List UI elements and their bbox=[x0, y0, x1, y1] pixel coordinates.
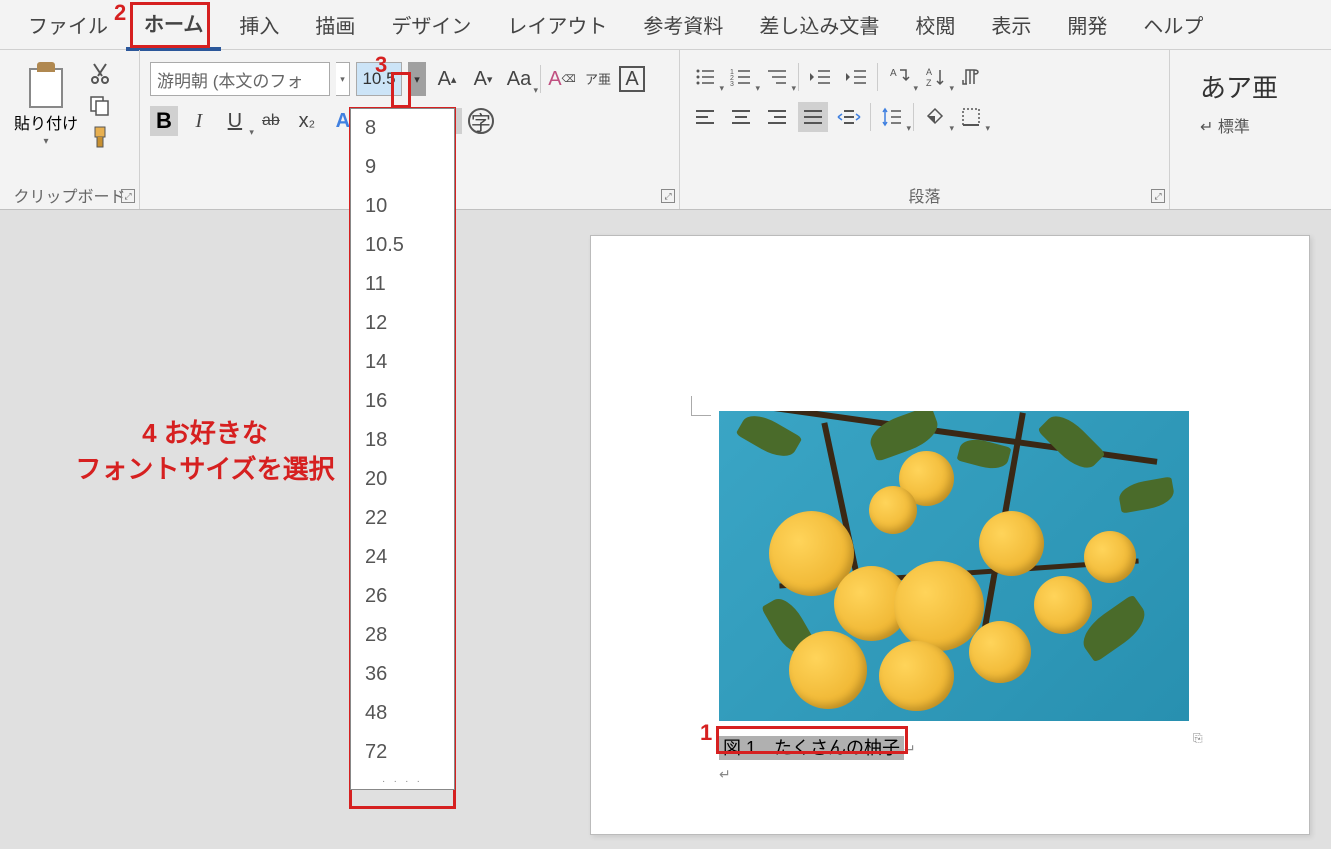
inserted-image[interactable] bbox=[719, 411, 1189, 721]
annotation-num-2: 2 bbox=[114, 0, 126, 26]
menu-view[interactable]: 表示 bbox=[973, 0, 1049, 49]
menu-insert[interactable]: 挿入 bbox=[221, 0, 297, 49]
show-marks-button[interactable] bbox=[956, 62, 986, 92]
newline-mark-icon: ↵ bbox=[904, 741, 916, 757]
font-name-combo[interactable]: 游明朝 (本文のフォ bbox=[150, 62, 330, 96]
annotation-text-4: 4 お好きな フォントサイズを選択 bbox=[60, 415, 350, 488]
style-normal[interactable]: あア亜 ↵ 標準 bbox=[1180, 58, 1321, 147]
borders-button[interactable] bbox=[956, 102, 986, 132]
menu-references[interactable]: 参考資料 bbox=[625, 0, 741, 49]
size-option[interactable]: 22 bbox=[351, 499, 454, 538]
sort-button[interactable]: AZ bbox=[920, 62, 950, 92]
menu-bar: ファイル ホーム 挿入 描画 デザイン レイアウト 参考資料 差し込み文書 校閲… bbox=[0, 0, 1331, 50]
style-name-label: ↵ 標準 bbox=[1200, 113, 1301, 137]
anchor-icon: ⎘ bbox=[1193, 731, 1203, 746]
newline-mark-icon: ↵ bbox=[719, 766, 731, 783]
clipboard-group-label: クリップボード bbox=[10, 179, 129, 207]
font-name-drop-icon[interactable]: ▾ bbox=[336, 62, 350, 96]
menu-review[interactable]: 校閲 bbox=[897, 0, 973, 49]
bold-button[interactable]: B bbox=[150, 106, 178, 136]
cut-button[interactable] bbox=[88, 62, 112, 86]
size-option[interactable]: 12 bbox=[351, 304, 454, 343]
shading-button[interactable] bbox=[920, 102, 950, 132]
size-option[interactable]: 8 bbox=[351, 109, 454, 148]
sub-super-button[interactable]: x₂ bbox=[292, 106, 322, 136]
dropdown-resize-icon[interactable]: . . . . bbox=[351, 772, 454, 789]
svg-text:Z: Z bbox=[926, 78, 932, 88]
clipboard-launcher[interactable]: ⤢ bbox=[121, 189, 135, 203]
size-option[interactable]: 72 bbox=[351, 733, 454, 772]
paste-button[interactable]: 貼り付け ▾ bbox=[10, 58, 82, 151]
align-right-button[interactable] bbox=[762, 102, 792, 132]
decrease-indent-button[interactable] bbox=[805, 62, 835, 92]
paragraph-launcher[interactable]: ⤢ bbox=[1151, 189, 1165, 203]
italic-button[interactable]: I bbox=[184, 106, 214, 136]
enclose-char-button[interactable]: 字 bbox=[468, 108, 494, 134]
size-option[interactable]: 18 bbox=[351, 421, 454, 460]
ribbon: 貼り付け ▾ クリップボード ⤢ 游明朝 (本文のフォ ▾ 10.5 ▾ A▴ … bbox=[0, 50, 1331, 210]
size-option[interactable]: 36 bbox=[351, 655, 454, 694]
size-option[interactable]: 28 bbox=[351, 616, 454, 655]
size-option[interactable]: 9 bbox=[351, 148, 454, 187]
style-sample-text: あア亜 bbox=[1200, 68, 1301, 105]
clipboard-icon bbox=[26, 62, 66, 108]
svg-text:A: A bbox=[926, 67, 932, 77]
align-center-button[interactable] bbox=[726, 102, 756, 132]
size-option[interactable]: 48 bbox=[351, 694, 454, 733]
underline-button[interactable]: U bbox=[220, 106, 250, 136]
size-option[interactable]: 10 bbox=[351, 187, 454, 226]
size-option[interactable]: 16 bbox=[351, 382, 454, 421]
margin-mark-icon bbox=[691, 396, 711, 416]
grow-font-button[interactable]: A▴ bbox=[432, 64, 462, 94]
paragraph-group-label: 段落 bbox=[690, 179, 1159, 207]
group-styles: あア亜 ↵ 標準 bbox=[1170, 50, 1331, 209]
size-option[interactable]: 26 bbox=[351, 577, 454, 616]
paste-label: 貼り付け bbox=[14, 110, 78, 134]
svg-text:A: A bbox=[890, 68, 897, 79]
menu-mailings[interactable]: 差し込み文書 bbox=[741, 0, 897, 49]
menu-help[interactable]: ヘルプ bbox=[1125, 0, 1221, 49]
shrink-font-button[interactable]: A▾ bbox=[468, 64, 498, 94]
menu-file[interactable]: ファイル bbox=[10, 0, 126, 49]
strike-button[interactable]: ab bbox=[256, 106, 286, 136]
numbering-button[interactable]: 123 bbox=[726, 62, 756, 92]
distribute-button[interactable] bbox=[834, 102, 864, 132]
menu-layout[interactable]: レイアウト bbox=[489, 0, 625, 49]
font-launcher[interactable]: ⤢ bbox=[661, 189, 675, 203]
size-option[interactable]: 14 bbox=[351, 343, 454, 382]
clear-format-button[interactable]: A⌫ bbox=[547, 64, 577, 94]
phonetic-guide-button[interactable]: ア亜 bbox=[583, 64, 613, 94]
increase-indent-button[interactable] bbox=[841, 62, 871, 92]
font-size-dropdown: 8 9 10 10.5 11 12 14 16 18 20 22 24 26 2… bbox=[350, 108, 455, 790]
change-case-button[interactable]: Aa bbox=[504, 64, 534, 94]
justify-button[interactable] bbox=[798, 102, 828, 132]
size-option[interactable]: 24 bbox=[351, 538, 454, 577]
copy-button[interactable] bbox=[88, 94, 112, 118]
bullets-button[interactable] bbox=[690, 62, 720, 92]
menu-home[interactable]: ホーム bbox=[126, 0, 221, 51]
font-size-drop-button[interactable]: ▾ bbox=[408, 62, 426, 96]
format-painter-button[interactable] bbox=[88, 126, 112, 150]
menu-developer[interactable]: 開発 bbox=[1049, 0, 1125, 49]
menu-design[interactable]: デザイン bbox=[373, 0, 489, 49]
text-direction-button[interactable]: A bbox=[884, 62, 914, 92]
svg-text:3: 3 bbox=[730, 81, 734, 87]
align-left-button[interactable] bbox=[690, 102, 720, 132]
group-paragraph: 123 A AZ 段 bbox=[680, 50, 1170, 209]
annotation-num-3: 3 bbox=[375, 52, 387, 78]
caption-text: 図 1 たくさんの柚子 bbox=[719, 736, 904, 760]
document-page[interactable]: ⎘ 図 1 たくさんの柚子↵ ↵ bbox=[590, 235, 1310, 835]
document-area: ⎘ 図 1 たくさんの柚子↵ ↵ bbox=[0, 210, 1331, 849]
multilevel-list-button[interactable] bbox=[762, 62, 792, 92]
size-option[interactable]: 20 bbox=[351, 460, 454, 499]
group-clipboard: 貼り付け ▾ クリップボード ⤢ bbox=[0, 50, 140, 209]
menu-draw[interactable]: 描画 bbox=[297, 0, 373, 49]
line-spacing-button[interactable] bbox=[877, 102, 907, 132]
image-caption[interactable]: 図 1 たくさんの柚子↵ bbox=[719, 734, 916, 760]
char-border-button[interactable]: A bbox=[619, 66, 645, 92]
size-option[interactable]: 10.5 bbox=[351, 226, 454, 265]
annotation-num-1: 1 bbox=[700, 720, 712, 746]
size-option[interactable]: 11 bbox=[351, 265, 454, 304]
